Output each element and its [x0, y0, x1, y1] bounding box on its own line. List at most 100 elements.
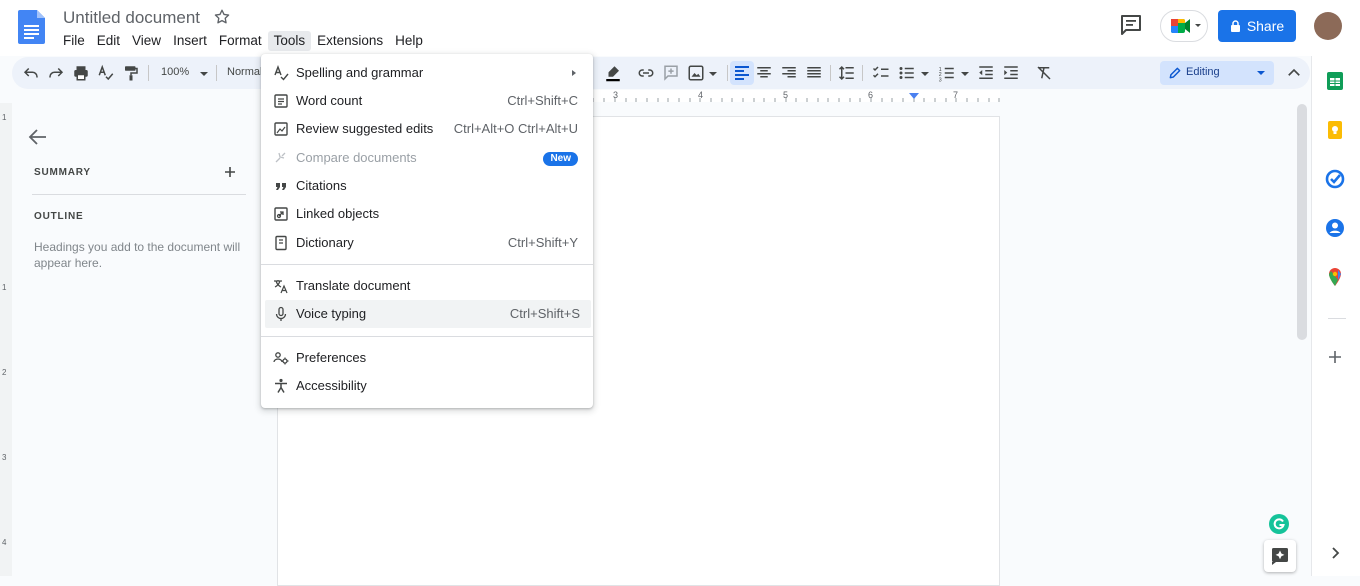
lock-icon — [1230, 20, 1240, 32]
toolbar: 100% Normal 123 Editing — [12, 57, 1310, 89]
share-label: Share — [1246, 18, 1285, 34]
link-icon[interactable] — [637, 64, 655, 82]
linked-objects-icon — [273, 206, 289, 222]
translate-icon — [273, 278, 289, 294]
align-right-icon[interactable] — [780, 64, 798, 82]
menu-item-label: Voice typing — [296, 306, 367, 321]
ruler-number: 3 — [613, 90, 619, 100]
contacts-icon[interactable] — [1324, 217, 1346, 239]
ruler-number: 1 — [2, 283, 7, 292]
align-left-icon[interactable] — [730, 61, 754, 85]
chevron-down-icon[interactable] — [916, 64, 934, 82]
keep-icon[interactable] — [1324, 119, 1346, 141]
chevron-right-icon[interactable] — [1324, 542, 1346, 564]
ruler-number: 3 — [2, 453, 7, 462]
accessibility-icon — [273, 378, 289, 394]
menu-file[interactable]: File — [57, 31, 91, 51]
menu-edit[interactable]: Edit — [91, 31, 126, 51]
clear-formatting-icon[interactable] — [1035, 64, 1053, 82]
back-arrow-icon[interactable] — [28, 128, 48, 146]
zoom-select[interactable]: 100% — [161, 66, 189, 78]
menu-item-label: Preferences — [296, 350, 367, 365]
outline-hint: Headings you add to the document will ap… — [34, 240, 241, 270]
increase-indent-icon[interactable] — [1002, 64, 1020, 82]
align-justify-icon[interactable] — [805, 64, 823, 82]
spellcheck-icon — [273, 65, 289, 81]
menu-view[interactable]: View — [126, 31, 167, 51]
align-center-icon[interactable] — [755, 64, 773, 82]
divider — [32, 194, 246, 195]
meet-button[interactable] — [1160, 10, 1208, 42]
menu-item-review-suggested-edits[interactable]: Review suggested edits Ctrl+Alt+O Ctrl+A… — [261, 115, 593, 143]
add-addon-icon[interactable] — [1324, 346, 1346, 368]
menu-tools[interactable]: Tools — [267, 31, 312, 51]
summary-heading: SUMMARY — [34, 167, 91, 178]
highlight-color-icon[interactable] — [604, 64, 622, 82]
menu-item-label: Dictionary — [296, 235, 354, 250]
menu-item-accessibility[interactable]: Accessibility — [261, 372, 593, 400]
decrease-indent-icon[interactable] — [977, 64, 995, 82]
menu-item-preferences[interactable]: Preferences — [261, 344, 593, 372]
chevron-down-icon[interactable] — [704, 64, 722, 82]
paint-format-icon[interactable] — [122, 64, 140, 82]
menu-divider — [261, 264, 593, 265]
avatar[interactable] — [1314, 12, 1342, 40]
tasks-icon[interactable] — [1324, 168, 1346, 190]
menu-item-citations[interactable]: Citations — [261, 172, 593, 200]
review-edits-icon — [273, 121, 289, 137]
chevron-down-icon[interactable] — [956, 64, 974, 82]
menu-item-label: Accessibility — [296, 378, 367, 393]
menu-item-label: Spelling and grammar — [296, 65, 424, 80]
grammarly-icon[interactable] — [1268, 513, 1290, 535]
comment-history-icon[interactable] — [1119, 14, 1143, 36]
add-summary-icon[interactable] — [222, 164, 238, 180]
maps-icon[interactable] — [1324, 266, 1346, 288]
redo-icon[interactable] — [47, 64, 65, 82]
word-count-icon — [273, 93, 289, 109]
menu-item-compare-documents: Compare documents New — [261, 144, 593, 172]
ruler-number: 1 — [2, 113, 7, 122]
mic-icon — [273, 306, 289, 322]
chevron-down-icon[interactable] — [195, 64, 213, 82]
menu-item-shortcut: Ctrl+Shift+Y — [507, 235, 578, 250]
sheets-icon[interactable] — [1324, 70, 1346, 92]
menu-item-label: Citations — [296, 178, 347, 193]
style-select[interactable]: Normal — [227, 66, 262, 78]
menu-item-voice-typing[interactable]: Voice typing Ctrl+Shift+S — [265, 300, 591, 328]
menu-help[interactable]: Help — [389, 31, 429, 51]
vertical-ruler[interactable]: 1 1 2 3 4 — [0, 103, 12, 576]
docs-logo-icon[interactable] — [18, 10, 46, 44]
star-icon[interactable] — [213, 8, 231, 26]
share-button[interactable]: Share — [1218, 10, 1296, 42]
svg-text:3: 3 — [939, 77, 942, 82]
undo-icon[interactable] — [22, 64, 40, 82]
pencil-icon — [1169, 67, 1181, 79]
add-comment-icon[interactable] — [662, 64, 680, 82]
menu-extensions[interactable]: Extensions — [311, 31, 389, 51]
ruler-number: 6 — [868, 90, 874, 100]
explore-button[interactable] — [1264, 540, 1296, 572]
bulleted-list-icon[interactable] — [898, 64, 916, 82]
spellcheck-toolbar-icon[interactable] — [97, 64, 115, 82]
document-title[interactable]: Untitled document — [63, 8, 200, 28]
scrollbar[interactable] — [1297, 104, 1307, 340]
line-spacing-icon[interactable] — [838, 64, 856, 82]
compare-icon — [273, 150, 289, 166]
chevron-down-icon — [1257, 71, 1265, 75]
outline-heading: OUTLINE — [34, 211, 84, 222]
menu-item-dictionary[interactable]: Dictionary Ctrl+Shift+Y — [261, 229, 593, 257]
menu-item-spelling-grammar[interactable]: Spelling and grammar — [261, 59, 593, 87]
insert-image-icon[interactable] — [687, 64, 705, 82]
menu-item-label: Review suggested edits — [296, 121, 434, 136]
menu-item-translate-document[interactable]: Translate document — [261, 272, 593, 300]
collapse-menus-icon[interactable] — [1285, 64, 1303, 82]
numbered-list-icon[interactable]: 123 — [938, 64, 956, 82]
menu-item-linked-objects[interactable]: Linked objects — [261, 200, 593, 228]
menu-format[interactable]: Format — [213, 31, 268, 51]
header: Untitled document File Edit View Insert … — [0, 0, 1360, 56]
menu-item-word-count[interactable]: Word count Ctrl+Shift+C — [261, 87, 593, 115]
print-icon[interactable] — [72, 64, 90, 82]
checklist-icon[interactable] — [872, 64, 890, 82]
menu-insert[interactable]: Insert — [167, 31, 213, 51]
ruler-number: 4 — [2, 538, 7, 547]
